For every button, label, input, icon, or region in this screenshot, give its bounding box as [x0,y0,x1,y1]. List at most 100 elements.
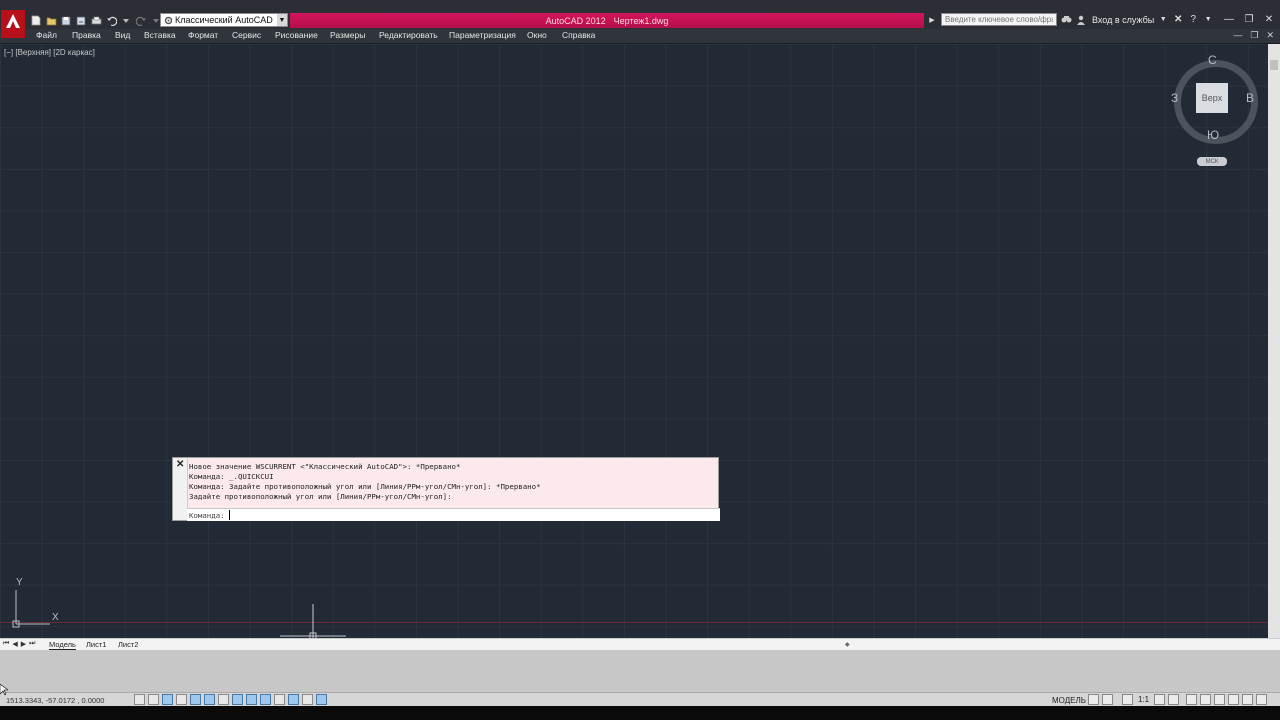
menu-format[interactable]: Формат [188,30,218,40]
quick-access-toolbar [30,13,162,28]
chevron-down-icon[interactable]: ▼ [1157,14,1169,26]
vertical-scrollbar[interactable] [1268,44,1280,638]
selection-cycling-toggle[interactable] [316,694,327,705]
command-window-handle[interactable]: ✕ [173,458,188,520]
status-tray: 1:1 [1088,694,1268,705]
open-file-icon[interactable] [45,15,57,27]
dynamic-input-toggle[interactable] [260,694,271,705]
close-icon[interactable]: ✕ [176,459,184,470]
annotation-scale-icon[interactable] [1122,694,1133,705]
lineweight-toggle[interactable] [274,694,285,705]
layout-boundary-line [0,622,1268,623]
model-space-button[interactable]: МОДЕЛЬ [1052,696,1086,705]
isolate-objects-icon[interactable] [1228,694,1240,705]
status-bar-menu-icon[interactable] [1242,694,1254,705]
autoscale-icon[interactable] [1168,694,1180,705]
scrollbar-thumb[interactable] [1270,60,1278,70]
redo-icon[interactable] [135,15,147,27]
menu-window[interactable]: Окно [527,30,547,40]
viewcube[interactable]: Верх С Ю З В [1170,53,1258,146]
command-history-line: Команда: Задайте противоположный угол ил… [189,482,541,491]
new-file-icon[interactable] [30,15,42,27]
doc-minimize-icon[interactable]: — [1233,30,1242,41]
print-icon[interactable] [90,15,102,27]
tab-model[interactable]: Модель [49,640,76,650]
object-snap-tracking-toggle[interactable] [232,694,243,705]
last-tab-icon[interactable]: ⏭ [29,640,35,648]
signin-link[interactable]: Вход в службы [1092,15,1154,25]
help-dropdown-icon[interactable]: ▼ [1202,14,1214,26]
app-title: AutoCAD 2012 [545,15,606,26]
viewcube-top-face[interactable]: Верх [1196,83,1228,113]
menu-edit[interactable]: Правка [72,30,101,40]
wcs-menu-button[interactable]: МСК [1197,157,1227,166]
undo-icon[interactable] [105,15,117,27]
coordinates-readout[interactable]: 1513.3343, -57.0172 , 0.0000 [6,696,104,705]
grid-display-toggle[interactable] [162,694,173,705]
compass-west[interactable]: З [1171,91,1178,105]
viewport-controls[interactable]: [−] [Верхняя] [2D каркас] [4,48,95,57]
prev-tab-icon[interactable]: ◀ [12,640,17,648]
search-input[interactable] [941,13,1057,26]
menu-tools[interactable]: Сервис [232,30,261,40]
doc-close-icon[interactable]: ✕ [1266,30,1274,41]
ucs-icon: Y X [10,577,70,630]
save-icon[interactable] [60,15,72,27]
menu-dimension[interactable]: Размеры [330,30,365,40]
clean-screen-icon[interactable] [1256,694,1268,705]
menu-view[interactable]: Вид [115,30,130,40]
compass-north[interactable]: С [1208,53,1217,67]
close-icon[interactable]: ✕ [1262,12,1276,26]
empty-panel-area [0,650,1280,692]
restore-icon[interactable]: ❐ [1242,12,1256,26]
next-tab-icon[interactable]: ▶ [21,640,26,648]
quick-view-drawings-icon[interactable] [1102,694,1113,705]
menu-help[interactable]: Справка [562,30,595,40]
workspace-switching-icon[interactable] [1186,694,1198,705]
object-snap-toggle[interactable] [204,694,215,705]
binoculars-icon[interactable] [1060,14,1072,26]
quick-view-layouts-icon[interactable] [1088,694,1099,705]
undo-dropdown-icon[interactable] [120,15,132,27]
command-window[interactable]: ✕ Новое значение WSCURRENT <"Классически… [172,457,720,521]
menu-file[interactable]: Файл [36,30,57,40]
command-input[interactable] [228,510,434,520]
tab-layout2[interactable]: Лист2 [118,640,138,649]
horizontal-scrollbar-thumb[interactable]: ◆ [845,641,850,648]
chevron-down-icon[interactable]: ▼ [277,14,287,26]
workspace-select[interactable]: Классический AutoCAD ▼ [160,13,288,27]
expand-arrow-icon[interactable]: ▶ [926,14,938,26]
toolbar-lock-icon[interactable] [1200,694,1212,705]
compass-south[interactable]: Ю [1207,128,1219,142]
menu-modify[interactable]: Редактировать [379,30,438,40]
polar-tracking-toggle[interactable] [190,694,201,705]
workspace-select-value: Классический AutoCAD [175,15,273,25]
dynamic-ucs-toggle[interactable] [246,694,257,705]
hardware-acceleration-icon[interactable] [1214,694,1226,705]
ortho-mode-toggle[interactable] [176,694,187,705]
application-menu-button[interactable] [1,10,25,38]
tab-layout1[interactable]: Лист1 [86,640,106,649]
save-as-icon[interactable] [75,15,87,27]
compass-east[interactable]: В [1246,91,1254,105]
infer-constraints-toggle[interactable] [134,694,145,705]
menu-draw[interactable]: Рисование [275,30,318,40]
3d-object-snap-toggle[interactable] [218,694,229,705]
menu-parametric[interactable]: Параметризация [449,30,516,40]
user-icon[interactable] [1075,14,1087,26]
annotation-scale-value[interactable]: 1:1 [1138,695,1149,704]
status-bar: 1513.3343, -57.0172 , 0.0000 МОДЕЛЬ 1:1 [0,692,1280,707]
command-line[interactable]: Команда: [187,508,720,521]
menu-insert[interactable]: Вставка [144,30,176,40]
quick-properties-toggle[interactable] [302,694,313,705]
transparency-toggle[interactable] [288,694,299,705]
document-window-controls: — ❐ ✕ [1233,30,1274,41]
annotation-visibility-icon[interactable] [1154,694,1166,705]
snap-mode-toggle[interactable] [148,694,159,705]
doc-restore-icon[interactable]: ❐ [1250,30,1258,41]
drawing-area[interactable]: [−] [Верхняя] [2D каркас] [0,44,1268,638]
exchange-x-icon[interactable]: ✕ [1172,14,1184,26]
help-icon[interactable]: ? [1187,14,1199,26]
minimize-icon[interactable]: — [1222,12,1236,26]
first-tab-icon[interactable]: ⏮ [3,640,9,648]
